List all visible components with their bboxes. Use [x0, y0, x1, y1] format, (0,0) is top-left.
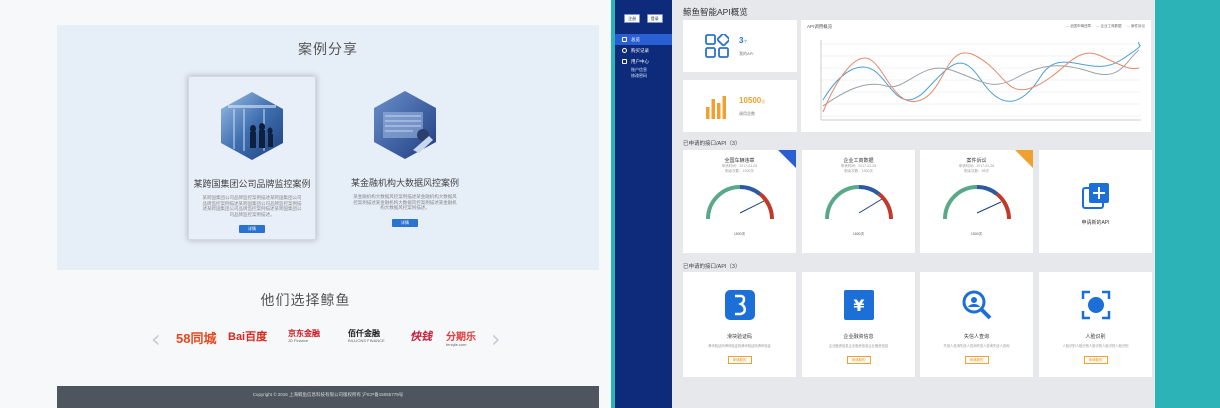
new-badge	[778, 150, 796, 168]
sidebar-auth: 注册 登录	[615, 0, 672, 34]
add-api-icon	[1081, 183, 1109, 209]
chart-plot	[820, 40, 1141, 121]
stat-label: 调用总数	[739, 111, 755, 116]
gauge-value: 1500次	[733, 232, 746, 236]
service-name: 失信人查询	[963, 334, 989, 340]
service-description: 滑块验证码滑块验证码滑块验证码滑块验证	[708, 344, 771, 348]
case-page-panel: 案例分享 某跨国集团公司品牌监控案例 某跨国集团公司品牌监控案例描述某跨国集团公…	[0, 0, 611, 408]
dashboard-panel: 注册 登录 总览 购买记录 用户中心 账户信息 修改密码 鲸鱼智能API概览 3…	[615, 0, 1155, 408]
register-button[interactable]: 注册	[624, 14, 641, 23]
login-button[interactable]: 登录	[646, 14, 663, 23]
service-name: 人脸识别	[1085, 334, 1106, 340]
case-detail-button[interactable]: 详情	[239, 225, 265, 233]
sidebar-item-purchases[interactable]: 购买记录	[615, 45, 672, 56]
gauge-value: 1500次	[970, 232, 983, 236]
stat-value: 3个	[739, 36, 748, 45]
search-person-icon	[962, 290, 991, 320]
partner-logo-fenqile: 分期乐 fenqile.com	[446, 332, 476, 347]
partners-title: 他们选择鲸鱼	[260, 292, 351, 308]
stat-card-calls: 10500次 调用总数	[683, 80, 797, 132]
chevron-left-icon[interactable]: ‹	[151, 327, 165, 351]
apply-new-api-card[interactable]: 申请新的API	[1039, 150, 1152, 253]
case-description: 某跨国集团公司品牌监控案例描述某跨国集团公司品牌监控案例描述某跨国集团公司品牌监…	[202, 195, 302, 217]
gauge-value: 1500次	[852, 232, 865, 236]
service-name: 滑块验证码	[726, 334, 752, 340]
usage-gauge	[705, 184, 774, 220]
api-remaining: 剩余次数：1300次	[844, 168, 873, 173]
partner-logo-kuaiqian: 快钱	[410, 331, 432, 343]
home-icon	[622, 37, 627, 43]
case-name: 某跨国集团公司品牌监控案例	[193, 179, 311, 189]
sidebar-item-user-center[interactable]: 用户中心	[615, 56, 672, 67]
partner-logo-jd-finance: 京东金融 JD Finance	[288, 329, 320, 343]
sidebar: 注册 登录 总览 购买记录 用户中心 账户信息 修改密码	[615, 0, 672, 408]
case-name: 某金融机构大数据风控案例	[350, 178, 459, 188]
api-remaining: 剩余次数：1300次	[725, 168, 754, 173]
sidebar-item-overview[interactable]: 总览	[615, 34, 672, 45]
api-card-vehicle[interactable]: 全国车辆违章 申请时间：2017-03-28 剩余次数：1300次 1500次	[683, 150, 796, 253]
apply-service-button[interactable]: 申请新的	[964, 356, 989, 364]
applied-api-label: 已申请的接口/API（3）	[683, 141, 741, 147]
partner-logo-baidu: Bai百度	[228, 331, 268, 343]
stat-card-my-api: 3个 我的API	[683, 20, 797, 72]
sidebar-subitem-password[interactable]: 修改密码	[615, 73, 672, 79]
footer-copyright: Copyright © 2016 上海鲸鱼信息科技有限公司版权所有 沪ICP备1…	[57, 386, 599, 408]
case-card-brand-monitoring[interactable]: 某跨国集团公司品牌监控案例 某跨国集团公司品牌监控案例描述某跨国集团公司品牌监控…	[188, 76, 316, 240]
stat-value: 10500次	[739, 96, 766, 105]
partner-logos: 58同城 Bai百度 京东金融 JD Finance 佰仟金融 BILLIONS…	[176, 328, 482, 352]
apply-service-button[interactable]: 申请新的	[846, 356, 871, 364]
case-card-risk-control[interactable]: 某金融机构大数据风控案例 某金融机构大数据风控案例描述某金融机构大数据风控案例描…	[341, 76, 469, 240]
user-icon	[622, 59, 627, 65]
chevron-right-icon[interactable]: ›	[491, 327, 505, 351]
case-section-title: 案例分享	[298, 41, 358, 57]
bar-chart-icon	[706, 96, 726, 119]
api-card-litigation[interactable]: 案件诉讼 申请时间：2017-03-28 剩余次数：98次 1500次	[920, 150, 1033, 253]
service-description: 失信人查询失信人查询失信人查询失信人查询	[943, 344, 1010, 348]
api-card-enterprise[interactable]: 企业工商数据 申请时间：2017-03-28 剩余次数：1300次 1500次	[802, 150, 915, 253]
service-card-dishonest[interactable]: 失信人查询 失信人查询失信人查询失信人查询失信人查询 申请新的	[920, 272, 1033, 377]
slider-captcha-icon	[724, 290, 755, 320]
service-name: 企业融资信息	[843, 334, 874, 340]
yuan-icon: ¥	[843, 290, 874, 320]
case-detail-button[interactable]: 详情	[392, 218, 418, 227]
service-description: 人脸识别人脸识别人脸识别人脸识别人脸识别	[1062, 344, 1129, 348]
applied-api-label-2: 已申请的接口/API（3）	[683, 264, 741, 270]
apply-new-api-label: 申请新的API	[1081, 220, 1110, 226]
service-card-captcha[interactable]: 滑块验证码 滑块验证码滑块验证码滑块验证码滑块验证 申请新的	[683, 272, 796, 377]
partner-logo-billions: 佰仟金融 BILLIONS FINANCE	[348, 329, 385, 343]
apply-service-button[interactable]: 申请新的	[727, 356, 752, 364]
face-scan-icon	[1081, 290, 1110, 320]
api-remaining: 剩余次数：98次	[964, 168, 989, 173]
service-card-face[interactable]: 人脸识别 人脸识别人脸识别人脸识别人脸识别人脸识别 申请新的	[1039, 272, 1152, 377]
partner-logo-58: 58同城	[176, 331, 217, 346]
case-description: 某金融机构大数据风控案例描述某金融机构大数据风控案例描述某金融机构大数据风控案例…	[353, 194, 457, 210]
usage-gauge	[824, 184, 893, 220]
case-section: 案例分享 某跨国集团公司品牌监控案例 某跨国集团公司品牌监控案例描述某跨国集团公…	[57, 25, 599, 270]
warning-badge	[1015, 150, 1033, 168]
usage-gauge	[942, 184, 1011, 220]
api-name: 企业工商数据	[843, 158, 874, 164]
svg-text:¥: ¥	[853, 296, 864, 315]
gear-icon	[622, 48, 627, 54]
apply-service-button[interactable]: 申请新的	[1083, 356, 1108, 364]
case-image-finance	[373, 90, 437, 160]
page-title: 鲸鱼智能API概览	[683, 7, 748, 17]
service-description: 企业融资信息企业融资信息企业融资信息	[828, 344, 889, 348]
case-image-brand	[220, 91, 284, 161]
api-call-chart: API调用概览 — 全国车辆违章 — 企业工商数据 — 案件诉讼	[801, 20, 1151, 132]
stat-label: 我的API	[739, 51, 754, 56]
service-card-financing[interactable]: ¥ 企业融资信息 企业融资信息企业融资信息企业融资信息 申请新的	[802, 272, 915, 377]
grid-icon	[705, 34, 729, 58]
